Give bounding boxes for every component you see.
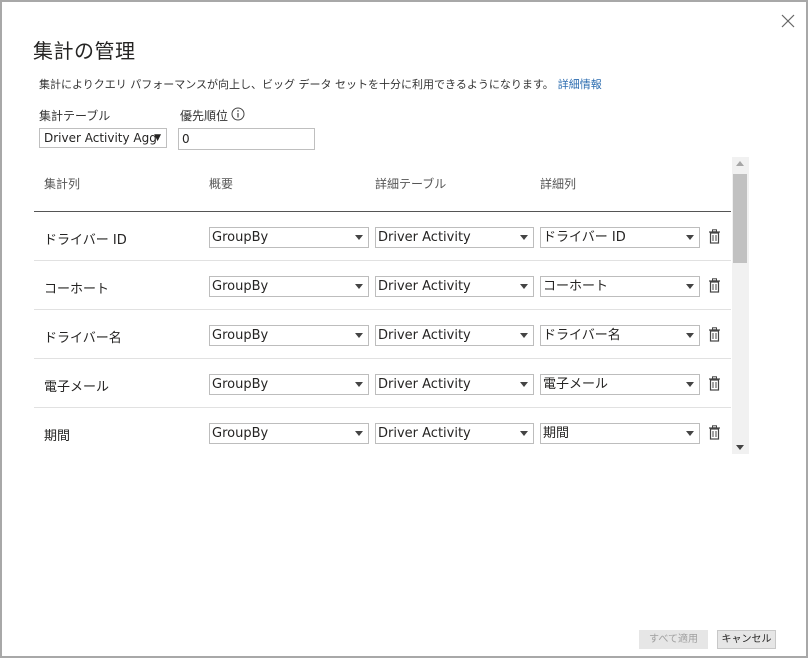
- summary-dropdown[interactable]: GroupBy: [209, 276, 369, 297]
- summary-value: GroupBy: [212, 377, 269, 392]
- detail-table-dropdown[interactable]: Driver Activity: [375, 325, 534, 346]
- precedence-label: 優先順位: [180, 109, 229, 123]
- detail-table-value: Driver Activity: [378, 328, 471, 343]
- detail-column-value: 電子メール: [543, 377, 609, 392]
- summary-dropdown[interactable]: GroupBy: [209, 423, 369, 444]
- chevron-down-icon: [520, 284, 528, 289]
- detail-column-dropdown[interactable]: ドライバー ID: [540, 227, 700, 248]
- header-divider: [34, 211, 731, 212]
- detail-column-value: 期間: [543, 426, 570, 441]
- chevron-down-icon: [520, 235, 528, 240]
- precedence-input[interactable]: [178, 128, 315, 150]
- chevron-down-icon: [686, 284, 694, 289]
- row-column-name: 期間: [44, 429, 71, 444]
- caret-down-icon: ▼: [154, 133, 161, 143]
- summary-value: GroupBy: [212, 328, 269, 343]
- detail-column-dropdown[interactable]: 期間: [540, 423, 700, 444]
- summary-value: GroupBy: [212, 230, 269, 245]
- scroll-down-arrow-icon[interactable]: [736, 445, 744, 450]
- row-column-name: 電子メール: [44, 380, 110, 395]
- chevron-down-icon: [520, 382, 528, 387]
- description-text: 集計によりクエリ パフォーマンスが向上し、ビッグ データ セットを十分に利用でき…: [39, 78, 554, 91]
- chevron-down-icon: [686, 431, 694, 436]
- trash-icon[interactable]: [708, 376, 721, 391]
- manage-aggregations-dialog: 集計の管理 集計によりクエリ パフォーマンスが向上し、ビッグ データ セットを十…: [0, 0, 808, 658]
- vertical-scrollbar[interactable]: [732, 157, 749, 454]
- chevron-down-icon: [355, 284, 363, 289]
- scroll-up-arrow-icon[interactable]: [736, 161, 744, 166]
- aggregation-table-label: 集計テーブル: [39, 109, 111, 123]
- detail-table-dropdown[interactable]: Driver Activity: [375, 423, 534, 444]
- chevron-down-icon: [520, 333, 528, 338]
- chevron-down-icon: [355, 333, 363, 338]
- chevron-down-icon: [520, 431, 528, 436]
- detail-table-value: Driver Activity: [378, 230, 471, 245]
- info-icon[interactable]: [231, 107, 245, 121]
- summary-value: GroupBy: [212, 426, 269, 441]
- chevron-down-icon: [355, 235, 363, 240]
- detail-column-dropdown[interactable]: ドライバー名: [540, 325, 700, 346]
- detail-table-dropdown[interactable]: Driver Activity: [375, 227, 534, 248]
- trash-icon[interactable]: [708, 278, 721, 293]
- dialog-title: 集計の管理: [33, 39, 136, 63]
- row-column-name: コーホート: [44, 282, 110, 297]
- detail-column-value: ドライバー ID: [543, 230, 626, 245]
- row-divider: [34, 358, 731, 359]
- scrollbar-thumb[interactable]: [733, 174, 747, 263]
- summary-value: GroupBy: [212, 279, 269, 294]
- trash-icon[interactable]: [708, 425, 721, 440]
- detail-table-dropdown[interactable]: Driver Activity: [375, 374, 534, 395]
- detail-table-dropdown[interactable]: Driver Activity: [375, 276, 534, 297]
- detail-column-value: ドライバー名: [543, 328, 621, 343]
- trash-icon[interactable]: [708, 229, 721, 244]
- row-divider: [34, 260, 731, 261]
- dialog-description: 集計によりクエリ パフォーマンスが向上し、ビッグ データ セットを十分に利用でき…: [39, 76, 602, 92]
- detail-column-value: コーホート: [543, 279, 609, 294]
- chevron-down-icon: [686, 382, 694, 387]
- summary-dropdown[interactable]: GroupBy: [209, 227, 369, 248]
- column-header-summary: 概要: [209, 177, 234, 191]
- summary-dropdown[interactable]: GroupBy: [209, 374, 369, 395]
- row-divider: [34, 309, 731, 310]
- learn-more-link[interactable]: 詳細情報: [558, 78, 602, 91]
- chevron-down-icon: [686, 235, 694, 240]
- close-icon[interactable]: [779, 12, 797, 30]
- aggregation-table-select[interactable]: Driver Activity Agg ▼: [39, 128, 167, 148]
- cancel-button[interactable]: キャンセル: [717, 630, 776, 649]
- column-header-detail-column: 詳細列: [540, 177, 577, 191]
- detail-column-dropdown[interactable]: 電子メール: [540, 374, 700, 395]
- column-header-aggregation-column: 集計列: [44, 177, 81, 191]
- apply-all-button[interactable]: すべて適用: [639, 630, 708, 649]
- row-column-name: ドライバー名: [44, 331, 122, 346]
- chevron-down-icon: [686, 333, 694, 338]
- summary-dropdown[interactable]: GroupBy: [209, 325, 369, 346]
- trash-icon[interactable]: [708, 327, 721, 342]
- aggregation-table-value: Driver Activity Agg: [44, 131, 157, 145]
- detail-column-dropdown[interactable]: コーホート: [540, 276, 700, 297]
- row-column-name: ドライバー ID: [44, 233, 127, 248]
- row-divider: [34, 407, 731, 408]
- detail-table-value: Driver Activity: [378, 426, 471, 441]
- column-header-detail-table: 詳細テーブル: [375, 177, 447, 191]
- detail-table-value: Driver Activity: [378, 377, 471, 392]
- chevron-down-icon: [355, 382, 363, 387]
- detail-table-value: Driver Activity: [378, 279, 471, 294]
- chevron-down-icon: [355, 431, 363, 436]
